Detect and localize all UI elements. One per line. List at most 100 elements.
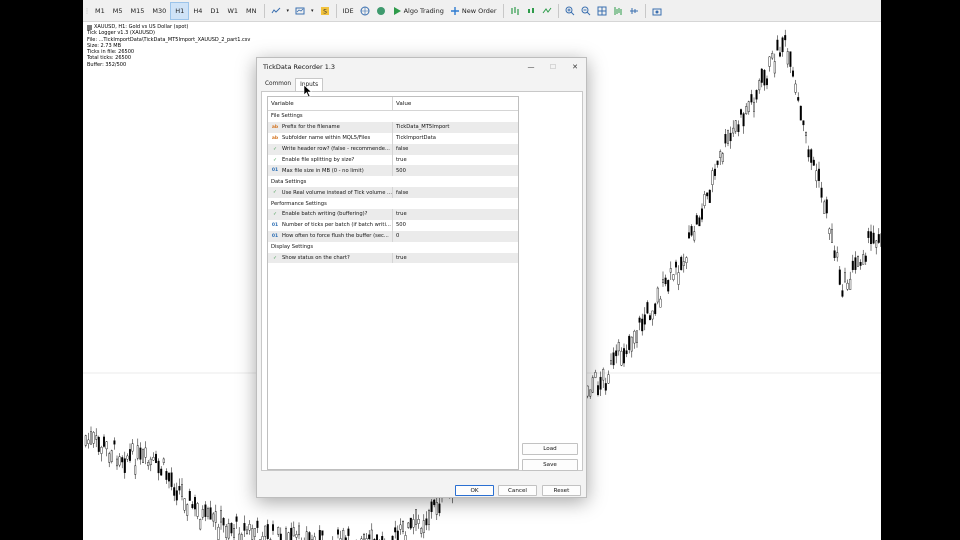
- parameter-row[interactable]: ✓ Use Real volume instead of Tick volume …: [268, 187, 518, 199]
- bool-type-icon: ✓: [273, 157, 277, 163]
- zoom-out-icon[interactable]: [578, 2, 594, 20]
- chart-shift-icon[interactable]: [610, 2, 626, 20]
- parameter-row[interactable]: ab Prefix for the filename TickData_MT5Imp…: [268, 121, 518, 133]
- line-chart-icon[interactable]: [539, 2, 555, 20]
- parameter-value[interactable]: true: [393, 253, 518, 264]
- ok-button[interactable]: OK: [455, 485, 494, 496]
- minimize-icon[interactable]: —: [520, 58, 542, 75]
- candle-body: [862, 254, 865, 265]
- parameter-row[interactable]: 01 Number of ticks per batch (if batch wr…: [268, 219, 518, 231]
- candle-body: [604, 383, 607, 391]
- timeframe-h1[interactable]: H1: [170, 1, 190, 20]
- candle-body: [812, 159, 815, 166]
- parameter-row[interactable]: ✓ Enable file splitting by size? true: [268, 154, 518, 166]
- column-header-variable[interactable]: Variable: [268, 97, 393, 110]
- candle-body: [206, 508, 209, 517]
- parameter-row[interactable]: ✓ Write header row? (false - recommende..…: [268, 143, 518, 155]
- parameter-value[interactable]: TickData_MT5Import: [393, 122, 518, 133]
- parameter-name: Max file size in MB (0 - no limit): [282, 167, 364, 174]
- chevron-down-icon[interactable]: ▾: [308, 2, 317, 20]
- candle-body: [193, 496, 196, 510]
- parameter-value[interactable]: false: [393, 187, 518, 198]
- cancel-button[interactable]: Cancel: [498, 485, 537, 496]
- scripts-icon[interactable]: S: [317, 2, 333, 20]
- chevron-down-icon[interactable]: ▾: [284, 2, 293, 20]
- candle-body: [399, 524, 402, 530]
- candle-body: [597, 385, 600, 396]
- parameter-value[interactable]: TickImportData: [393, 133, 518, 144]
- candle-body: [815, 170, 818, 182]
- parameter-value[interactable]: true: [393, 155, 518, 166]
- candle-body: [872, 232, 875, 244]
- ide-button[interactable]: IDE: [340, 2, 357, 20]
- screenshot-icon[interactable]: [649, 2, 665, 20]
- candle-body: [844, 272, 847, 283]
- separator: [502, 3, 504, 18]
- templates-icon[interactable]: [292, 2, 308, 20]
- parameter-row[interactable]: 01 How often to force flush the buffer (s…: [268, 230, 518, 242]
- parameter-value[interactable]: false: [393, 144, 518, 155]
- close-icon[interactable]: ✕: [564, 58, 586, 75]
- parameter-value[interactable]: 500: [393, 220, 518, 231]
- candle-body: [368, 534, 371, 540]
- save-button[interactable]: Save: [522, 459, 578, 471]
- globe-icon[interactable]: [357, 2, 373, 20]
- candle-body: [854, 257, 857, 270]
- candle-body: [430, 501, 433, 512]
- timeframe-w1[interactable]: W1: [223, 2, 242, 20]
- parameter-value[interactable]: 0: [393, 231, 518, 242]
- autoscroll-icon[interactable]: [626, 2, 642, 20]
- parameter-row[interactable]: 01 Max file size in MB (0 - no limit) 500: [268, 165, 518, 177]
- number-type-icon: 01: [271, 233, 279, 239]
- candle-body: [732, 127, 735, 134]
- candle-body: [105, 441, 108, 450]
- candle-body: [828, 228, 831, 234]
- vps-icon[interactable]: [373, 2, 389, 20]
- parameter-value[interactable]: 500: [393, 165, 518, 176]
- column-header-value[interactable]: Value: [393, 97, 518, 110]
- parameter-row[interactable]: ab Subfolder name within MQL5/Files TickIm…: [268, 132, 518, 144]
- bool-type-icon: ✓: [273, 255, 277, 261]
- table-body: File Settings ab Prefix for the filename Ti…: [268, 111, 518, 264]
- candle-body: [154, 453, 157, 464]
- parameter-row[interactable]: ✓ Enable batch writing (buffering)? true: [268, 209, 518, 220]
- candle-body: [706, 192, 709, 197]
- algo-trading-button[interactable]: Algo Trading: [389, 2, 447, 20]
- candle-body: [420, 528, 423, 534]
- svg-text:S: S: [323, 8, 327, 15]
- tile-windows-icon[interactable]: [594, 2, 610, 20]
- timeframe-d1[interactable]: D1: [206, 2, 223, 20]
- candle-body: [818, 168, 821, 181]
- bar-chart-icon[interactable]: [507, 2, 523, 20]
- tab-common[interactable]: Common: [261, 78, 295, 92]
- candle-body: [680, 256, 683, 271]
- indicators-icon[interactable]: [268, 2, 284, 20]
- timeframe-m15[interactable]: M15: [127, 2, 149, 20]
- timeframe-m1[interactable]: M1: [91, 2, 109, 20]
- candle-body: [376, 534, 379, 540]
- dialog-tabs: Common Inputs: [261, 78, 324, 92]
- candle-body: [669, 268, 672, 273]
- candle-body: [131, 443, 134, 452]
- timeframe-m30[interactable]: M30: [148, 2, 170, 20]
- load-button[interactable]: Load: [522, 443, 578, 455]
- candle-body: [768, 56, 771, 67]
- timeframe-m5[interactable]: M5: [109, 2, 127, 20]
- parameter-name: Enable batch writing (buffering)?: [282, 211, 368, 218]
- parameter-name: Use Real volume instead of Tick volume .…: [281, 189, 392, 196]
- timeframe-mn[interactable]: MN: [242, 2, 260, 20]
- candle-body: [277, 527, 280, 535]
- parameter-value[interactable]: true: [393, 209, 518, 220]
- new-order-button[interactable]: New Order: [447, 2, 500, 20]
- candle-body: [807, 149, 810, 158]
- parameter-row[interactable]: ✓ Show status on the chart? true: [268, 252, 518, 264]
- candle-body: [391, 535, 394, 540]
- zoom-in-icon[interactable]: [562, 2, 578, 20]
- candle-body: [292, 527, 295, 537]
- reset-button[interactable]: Reset: [542, 485, 581, 496]
- candle-body: [677, 272, 680, 285]
- candlestick-icon[interactable]: [523, 2, 539, 20]
- bool-type-icon: ✓: [273, 146, 277, 152]
- timeframe-h4[interactable]: H4: [189, 2, 206, 20]
- dialog-titlebar[interactable]: TickData Recorder 1.3 — ☐ ✕: [257, 58, 586, 75]
